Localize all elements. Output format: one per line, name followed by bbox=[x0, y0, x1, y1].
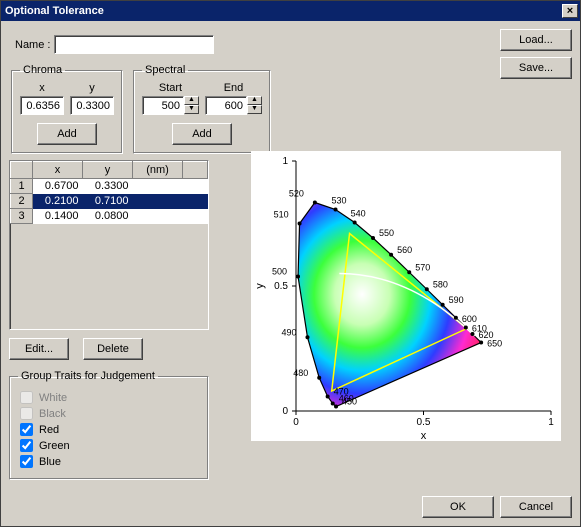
points-table[interactable]: xy(nm) 10.67000.330020.21000.710030.1400… bbox=[9, 160, 209, 330]
trait-row: White bbox=[18, 391, 200, 404]
svg-text:470: 470 bbox=[334, 387, 349, 397]
window-title: Optional Tolerance bbox=[5, 5, 104, 17]
spectral-start-input[interactable] bbox=[142, 96, 184, 115]
svg-text:650: 650 bbox=[487, 339, 502, 349]
spectral-add-button[interactable]: Add bbox=[172, 123, 232, 145]
traits-legend: Group Traits for Judgement bbox=[18, 370, 158, 382]
chroma-add-button[interactable]: Add bbox=[37, 123, 97, 145]
svg-text:570: 570 bbox=[415, 262, 430, 272]
table-row[interactable]: 10.67000.3300 bbox=[11, 179, 208, 194]
cancel-button[interactable]: Cancel bbox=[500, 496, 572, 518]
close-icon[interactable]: × bbox=[562, 4, 578, 18]
svg-text:520: 520 bbox=[289, 189, 304, 199]
chart-svg: 00.5100.51xy4504604704804905005105205305… bbox=[251, 151, 561, 441]
spectral-end-label: End bbox=[224, 82, 244, 94]
table-header[interactable]: (nm) bbox=[133, 162, 183, 179]
table-row[interactable]: 30.14000.0800 bbox=[11, 209, 208, 224]
trait-checkbox bbox=[20, 407, 33, 420]
table-header[interactable]: x bbox=[33, 162, 83, 179]
svg-text:560: 560 bbox=[397, 245, 412, 255]
ok-button[interactable]: OK bbox=[422, 496, 494, 518]
trait-checkbox[interactable] bbox=[20, 423, 33, 436]
svg-text:0: 0 bbox=[282, 406, 288, 417]
load-button[interactable]: Load... bbox=[500, 29, 572, 51]
dialog-window: Optional Tolerance × Load... Save... Nam… bbox=[0, 0, 581, 527]
svg-text:580: 580 bbox=[433, 279, 448, 289]
svg-text:490: 490 bbox=[281, 327, 296, 337]
svg-text:530: 530 bbox=[332, 196, 347, 206]
svg-text:550: 550 bbox=[379, 228, 394, 238]
trait-label: Green bbox=[39, 440, 70, 452]
trait-row: Black bbox=[18, 407, 200, 420]
spin-down-icon[interactable]: ▼ bbox=[247, 105, 262, 114]
chromaticity-chart: 00.5100.51xy4504604704804905005105205305… bbox=[251, 151, 561, 441]
spectral-start-spinner[interactable]: ▲▼ bbox=[142, 96, 199, 115]
spectral-legend: Spectral bbox=[142, 64, 188, 76]
chroma-legend: Chroma bbox=[20, 64, 65, 76]
traits-group: Group Traits for Judgement White Black Red… bbox=[9, 370, 209, 480]
trait-label: Blue bbox=[39, 456, 61, 468]
titlebar: Optional Tolerance × bbox=[1, 1, 580, 21]
chroma-group: Chroma x y Add bbox=[11, 64, 123, 154]
trait-checkbox bbox=[20, 391, 33, 404]
spectral-end-spinner[interactable]: ▲▼ bbox=[205, 96, 262, 115]
spectral-start-label: Start bbox=[159, 82, 182, 94]
trait-row[interactable]: Green bbox=[18, 439, 200, 452]
dialog-content: Load... Save... Name : Chroma x y bbox=[1, 21, 580, 526]
svg-text:510: 510 bbox=[274, 210, 289, 220]
trait-checkbox[interactable] bbox=[20, 455, 33, 468]
trait-checkbox[interactable] bbox=[20, 439, 33, 452]
chroma-y-input[interactable] bbox=[70, 96, 114, 115]
svg-text:x: x bbox=[421, 430, 427, 441]
delete-button[interactable]: Delete bbox=[83, 338, 143, 360]
svg-text:600: 600 bbox=[462, 314, 477, 324]
svg-text:0: 0 bbox=[293, 417, 299, 428]
svg-text:1: 1 bbox=[282, 156, 288, 167]
svg-text:0.5: 0.5 bbox=[274, 281, 288, 292]
svg-text:540: 540 bbox=[351, 209, 366, 219]
spin-up-icon[interactable]: ▲ bbox=[184, 96, 199, 105]
spin-down-icon[interactable]: ▼ bbox=[184, 105, 199, 114]
table-header[interactable] bbox=[11, 162, 33, 179]
trait-label: White bbox=[39, 392, 67, 404]
name-input[interactable] bbox=[54, 35, 214, 54]
trait-label: Red bbox=[39, 424, 59, 436]
trait-row[interactable]: Blue bbox=[18, 455, 200, 468]
svg-text:y: y bbox=[254, 283, 266, 289]
trait-label: Black bbox=[39, 408, 66, 420]
spectral-group: Spectral Start ▲▼ End ▲▼ bbox=[133, 64, 271, 154]
svg-text:1: 1 bbox=[548, 417, 554, 428]
trait-row[interactable]: Red bbox=[18, 423, 200, 436]
spectral-end-input[interactable] bbox=[205, 96, 247, 115]
chroma-x-label: x bbox=[39, 82, 45, 94]
svg-text:480: 480 bbox=[293, 368, 308, 378]
save-button[interactable]: Save... bbox=[500, 57, 572, 79]
name-label: Name : bbox=[15, 39, 50, 51]
svg-text:590: 590 bbox=[449, 295, 464, 305]
chroma-y-label: y bbox=[89, 82, 95, 94]
chroma-x-input[interactable] bbox=[20, 96, 64, 115]
svg-text:500: 500 bbox=[272, 267, 287, 277]
table-header[interactable]: y bbox=[83, 162, 133, 179]
svg-text:0.5: 0.5 bbox=[417, 417, 431, 428]
spin-up-icon[interactable]: ▲ bbox=[247, 96, 262, 105]
table-row[interactable]: 20.21000.7100 bbox=[11, 194, 208, 209]
edit-button[interactable]: Edit... bbox=[9, 338, 69, 360]
